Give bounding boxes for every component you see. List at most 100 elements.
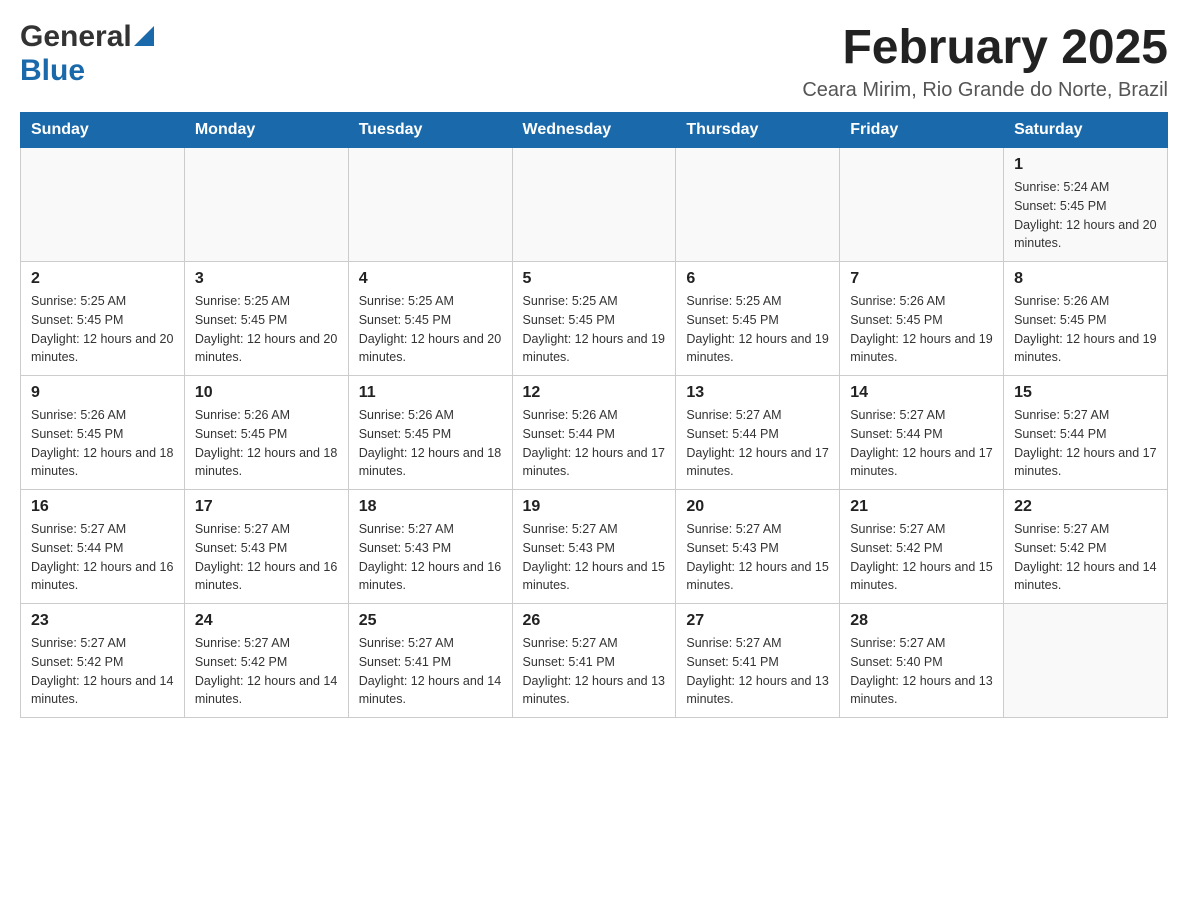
calendar-day-cell: 19 Sunrise: 5:27 AM Sunset: 5:43 PM Dayli… xyxy=(512,490,676,604)
calendar-header-row: SundayMondayTuesdayWednesdayThursdayFrid… xyxy=(21,113,1168,148)
day-info: Sunrise: 5:27 AM Sunset: 5:40 PM Dayligh… xyxy=(850,634,993,709)
day-info: Sunrise: 5:24 AM Sunset: 5:45 PM Dayligh… xyxy=(1014,178,1157,253)
calendar-day-cell: 10 Sunrise: 5:26 AM Sunset: 5:45 PM Dayli… xyxy=(184,376,348,490)
calendar-day-cell: 12Sunrise: 5:26 AM Sunset: 5:44 PM Dayli… xyxy=(512,376,676,490)
calendar-day-cell: 17 Sunrise: 5:27 AM Sunset: 5:43 PM Dayli… xyxy=(184,490,348,604)
calendar-day-cell: 2 Sunrise: 5:25 AM Sunset: 5:45 PM Daylig… xyxy=(21,262,185,376)
calendar-day-cell xyxy=(676,148,840,262)
day-number: 25 xyxy=(359,612,502,630)
logo-blue-text: Blue xyxy=(20,54,85,87)
day-info: Sunrise: 5:25 AM Sunset: 5:45 PM Dayligh… xyxy=(686,292,829,367)
calendar-day-cell: 15 Sunrise: 5:27 AM Sunset: 5:44 PM Dayli… xyxy=(1004,376,1168,490)
calendar-day-header: Wednesday xyxy=(512,113,676,148)
calendar-day-header: Saturday xyxy=(1004,113,1168,148)
day-info: Sunrise: 5:26 AM Sunset: 5:45 PM Dayligh… xyxy=(850,292,993,367)
day-number: 4 xyxy=(359,270,502,288)
calendar-day-cell: 1Sunrise: 5:24 AM Sunset: 5:45 PM Daylig… xyxy=(1004,148,1168,262)
day-number: 17 xyxy=(195,498,338,516)
calendar-day-cell: 20 Sunrise: 5:27 AM Sunset: 5:43 PM Dayli… xyxy=(676,490,840,604)
calendar-day-cell: 7 Sunrise: 5:26 AM Sunset: 5:45 PM Daylig… xyxy=(840,262,1004,376)
calendar-week-row: 1Sunrise: 5:24 AM Sunset: 5:45 PM Daylig… xyxy=(21,148,1168,262)
calendar-day-cell: 26 Sunrise: 5:27 AM Sunset: 5:41 PM Dayli… xyxy=(512,604,676,718)
calendar-day-cell: 23Sunrise: 5:27 AM Sunset: 5:42 PM Dayli… xyxy=(21,604,185,718)
day-info: Sunrise: 5:27 AM Sunset: 5:43 PM Dayligh… xyxy=(523,520,666,595)
day-info: Sunrise: 5:25 AM Sunset: 5:45 PM Dayligh… xyxy=(31,292,174,367)
day-number: 15 xyxy=(1014,384,1157,402)
day-info: Sunrise: 5:27 AM Sunset: 5:41 PM Dayligh… xyxy=(523,634,666,709)
day-info: Sunrise: 5:26 AM Sunset: 5:44 PM Dayligh… xyxy=(523,406,666,481)
day-info: Sunrise: 5:27 AM Sunset: 5:44 PM Dayligh… xyxy=(686,406,829,481)
calendar-day-cell: 3 Sunrise: 5:25 AM Sunset: 5:45 PM Daylig… xyxy=(184,262,348,376)
page-header: General Blue February 2025 Ceara Mirim, … xyxy=(20,20,1168,102)
calendar-week-row: 2 Sunrise: 5:25 AM Sunset: 5:45 PM Daylig… xyxy=(21,262,1168,376)
calendar-day-header: Thursday xyxy=(676,113,840,148)
day-number: 11 xyxy=(359,384,502,402)
calendar-day-header: Friday xyxy=(840,113,1004,148)
calendar-week-row: 9 Sunrise: 5:26 AM Sunset: 5:45 PM Daylig… xyxy=(21,376,1168,490)
calendar-day-cell: 11 Sunrise: 5:26 AM Sunset: 5:45 PM Dayli… xyxy=(348,376,512,490)
day-info: Sunrise: 5:27 AM Sunset: 5:43 PM Dayligh… xyxy=(195,520,338,595)
day-number: 18 xyxy=(359,498,502,516)
day-info: Sunrise: 5:25 AM Sunset: 5:45 PM Dayligh… xyxy=(359,292,502,367)
calendar-day-cell: 4 Sunrise: 5:25 AM Sunset: 5:45 PM Daylig… xyxy=(348,262,512,376)
day-number: 6 xyxy=(686,270,829,288)
day-number: 19 xyxy=(523,498,666,516)
day-info: Sunrise: 5:26 AM Sunset: 5:45 PM Dayligh… xyxy=(31,406,174,481)
day-info: Sunrise: 5:26 AM Sunset: 5:45 PM Dayligh… xyxy=(359,406,502,481)
day-number: 7 xyxy=(850,270,993,288)
day-number: 24 xyxy=(195,612,338,630)
calendar-day-header: Sunday xyxy=(21,113,185,148)
calendar-day-cell xyxy=(840,148,1004,262)
day-info: Sunrise: 5:27 AM Sunset: 5:41 PM Dayligh… xyxy=(686,634,829,709)
day-info: Sunrise: 5:27 AM Sunset: 5:42 PM Dayligh… xyxy=(195,634,338,709)
calendar-day-cell xyxy=(1004,604,1168,718)
day-number: 2 xyxy=(31,270,174,288)
day-info: Sunrise: 5:25 AM Sunset: 5:45 PM Dayligh… xyxy=(195,292,338,367)
day-info: Sunrise: 5:25 AM Sunset: 5:45 PM Dayligh… xyxy=(523,292,666,367)
calendar-day-cell xyxy=(21,148,185,262)
day-info: Sunrise: 5:27 AM Sunset: 5:42 PM Dayligh… xyxy=(850,520,993,595)
day-info: Sunrise: 5:27 AM Sunset: 5:43 PM Dayligh… xyxy=(686,520,829,595)
day-info: Sunrise: 5:27 AM Sunset: 5:44 PM Dayligh… xyxy=(1014,406,1157,481)
calendar-day-cell: 13 Sunrise: 5:27 AM Sunset: 5:44 PM Dayli… xyxy=(676,376,840,490)
day-info: Sunrise: 5:27 AM Sunset: 5:41 PM Dayligh… xyxy=(359,634,502,709)
logo-general-text: General xyxy=(20,20,132,54)
calendar-day-cell: 21 Sunrise: 5:27 AM Sunset: 5:42 PM Dayli… xyxy=(840,490,1004,604)
day-number: 21 xyxy=(850,498,993,516)
day-info: Sunrise: 5:27 AM Sunset: 5:42 PM Dayligh… xyxy=(31,634,174,709)
day-number: 10 xyxy=(195,384,338,402)
calendar-day-cell: 16 Sunrise: 5:27 AM Sunset: 5:44 PM Dayli… xyxy=(21,490,185,604)
day-number: 5 xyxy=(523,270,666,288)
day-number: 16 xyxy=(31,498,174,516)
day-number: 13 xyxy=(686,384,829,402)
calendar-week-row: 23Sunrise: 5:27 AM Sunset: 5:42 PM Dayli… xyxy=(21,604,1168,718)
calendar-day-cell: 22 Sunrise: 5:27 AM Sunset: 5:42 PM Dayli… xyxy=(1004,490,1168,604)
day-number: 9 xyxy=(31,384,174,402)
day-info: Sunrise: 5:27 AM Sunset: 5:44 PM Dayligh… xyxy=(850,406,993,481)
calendar-day-cell: 24 Sunrise: 5:27 AM Sunset: 5:42 PM Dayli… xyxy=(184,604,348,718)
day-info: Sunrise: 5:26 AM Sunset: 5:45 PM Dayligh… xyxy=(195,406,338,481)
day-number: 14 xyxy=(850,384,993,402)
calendar-day-cell: 9 Sunrise: 5:26 AM Sunset: 5:45 PM Daylig… xyxy=(21,376,185,490)
calendar-title: February 2025 xyxy=(802,20,1168,75)
day-number: 27 xyxy=(686,612,829,630)
logo: General Blue xyxy=(20,20,154,88)
calendar-table: SundayMondayTuesdayWednesdayThursdayFrid… xyxy=(20,112,1168,718)
calendar-day-cell: 6 Sunrise: 5:25 AM Sunset: 5:45 PM Daylig… xyxy=(676,262,840,376)
calendar-day-cell: 27 Sunrise: 5:27 AM Sunset: 5:41 PM Dayli… xyxy=(676,604,840,718)
day-info: Sunrise: 5:27 AM Sunset: 5:44 PM Dayligh… xyxy=(31,520,174,595)
calendar-day-header: Tuesday xyxy=(348,113,512,148)
day-number: 26 xyxy=(523,612,666,630)
calendar-day-cell xyxy=(348,148,512,262)
day-number: 20 xyxy=(686,498,829,516)
day-info: Sunrise: 5:27 AM Sunset: 5:42 PM Dayligh… xyxy=(1014,520,1157,595)
day-number: 28 xyxy=(850,612,993,630)
calendar-day-cell: 5 Sunrise: 5:25 AM Sunset: 5:45 PM Daylig… xyxy=(512,262,676,376)
day-number: 22 xyxy=(1014,498,1157,516)
calendar-day-cell: 8Sunrise: 5:26 AM Sunset: 5:45 PM Daylig… xyxy=(1004,262,1168,376)
calendar-day-cell: 18 Sunrise: 5:27 AM Sunset: 5:43 PM Dayli… xyxy=(348,490,512,604)
calendar-day-cell: 28 Sunrise: 5:27 AM Sunset: 5:40 PM Dayli… xyxy=(840,604,1004,718)
day-number: 3 xyxy=(195,270,338,288)
day-info: Sunrise: 5:27 AM Sunset: 5:43 PM Dayligh… xyxy=(359,520,502,595)
day-number: 8 xyxy=(1014,270,1157,288)
